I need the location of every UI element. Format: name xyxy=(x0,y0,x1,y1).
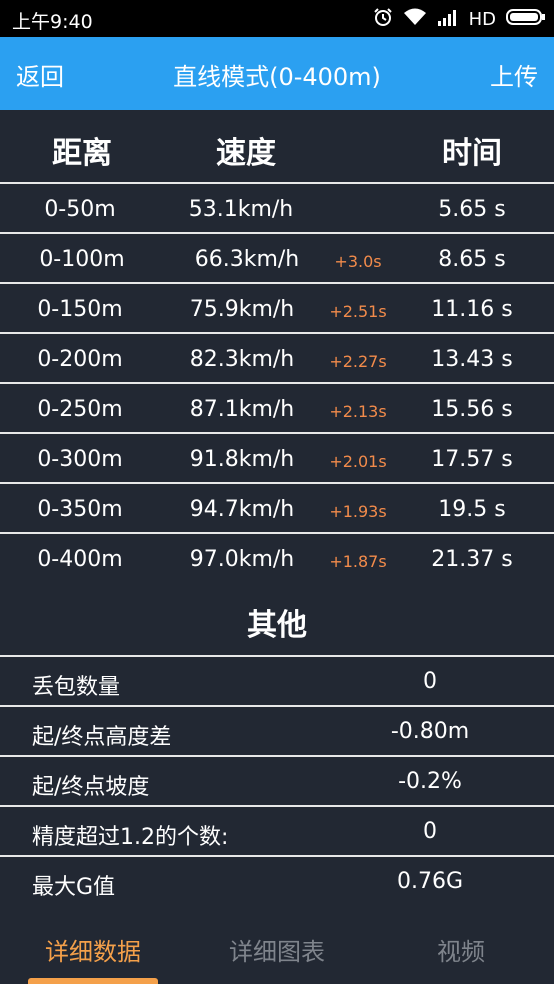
divider xyxy=(0,232,554,234)
row-time: 15.56 s xyxy=(431,397,513,422)
divider xyxy=(0,532,554,534)
row-speed: 94.7km/h xyxy=(189,497,295,522)
divider xyxy=(0,755,554,757)
other-value: 0.76G xyxy=(396,869,464,894)
other-label: 最大G值 xyxy=(32,875,116,900)
row-delta: +2.27s xyxy=(329,352,387,371)
other-label: 丢包数量 xyxy=(32,675,121,700)
row-speed: 91.8km/h xyxy=(189,447,295,472)
row-time: 5.65 s xyxy=(438,197,506,222)
row-speed: 66.3km/h xyxy=(194,247,300,272)
other-label: 起/终点坡度 xyxy=(32,775,150,800)
wifi-icon xyxy=(403,7,427,31)
row-delta: +3.0s xyxy=(334,252,382,271)
tab-detail-chart[interactable]: 详细图表 xyxy=(212,932,342,967)
row-distance: 0-200m xyxy=(37,347,123,372)
active-tab-indicator xyxy=(28,978,158,984)
row-time: 8.65 s xyxy=(438,247,506,272)
row-distance: 0-300m xyxy=(37,447,123,472)
upload-button[interactable]: 上传 xyxy=(490,57,538,92)
row-speed: 53.1km/h xyxy=(188,197,294,222)
divider xyxy=(0,482,554,484)
other-label: 起/终点高度差 xyxy=(32,725,172,750)
other-label: 精度超过1.2的个数: xyxy=(32,825,229,850)
row-time: 19.5 s xyxy=(438,497,506,522)
signal-icon xyxy=(437,7,459,31)
status-bar: 上午9:40 HD xyxy=(0,0,554,37)
divider xyxy=(0,332,554,334)
row-delta: +1.87s xyxy=(329,552,387,571)
network-type-label: HD xyxy=(468,8,496,30)
other-value: -0.2% xyxy=(398,769,462,794)
row-time: 21.37 s xyxy=(431,547,513,572)
alarm-icon xyxy=(373,7,393,31)
divider xyxy=(0,282,554,284)
divider xyxy=(0,432,554,434)
app-header: 返回 直线模式(0-400m) 上传 xyxy=(0,37,554,110)
status-time: 上午9:40 xyxy=(12,11,93,33)
row-speed: 75.9km/h xyxy=(189,297,295,322)
battery-icon xyxy=(506,7,546,31)
other-value: 0 xyxy=(423,819,437,844)
divider xyxy=(0,805,554,807)
other-value: -0.80m xyxy=(390,719,470,744)
row-delta: +2.13s xyxy=(329,402,387,421)
other-value: 0 xyxy=(423,669,437,694)
row-distance: 0-100m xyxy=(39,247,125,272)
divider xyxy=(0,705,554,707)
row-distance: 0-350m xyxy=(37,497,123,522)
column-header-speed: 速度 xyxy=(216,136,276,171)
divider xyxy=(0,855,554,857)
page-title: 直线模式(0-400m) xyxy=(173,63,381,91)
tab-detail-data[interactable]: 详细数据 xyxy=(28,932,158,967)
row-speed: 97.0km/h xyxy=(189,547,295,572)
row-delta: +2.01s xyxy=(329,452,387,471)
row-delta: +1.93s xyxy=(329,502,387,521)
row-speed: 87.1km/h xyxy=(189,397,295,422)
row-delta: +2.51s xyxy=(329,302,387,321)
row-distance: 0-50m xyxy=(44,197,116,222)
row-time: 17.57 s xyxy=(431,447,513,472)
row-time: 11.16 s xyxy=(431,297,513,322)
section-title-other: 其他 xyxy=(247,608,307,643)
tab-video[interactable]: 视频 xyxy=(396,932,526,967)
row-distance: 0-150m xyxy=(37,297,123,322)
divider xyxy=(0,182,554,184)
row-distance: 0-250m xyxy=(37,397,123,422)
divider xyxy=(0,655,554,657)
column-header-distance: 距离 xyxy=(52,136,112,171)
column-header-time: 时间 xyxy=(442,136,502,171)
divider xyxy=(0,382,554,384)
row-time: 13.43 s xyxy=(431,347,513,372)
status-icons: HD xyxy=(373,7,546,31)
row-distance: 0-400m xyxy=(37,547,123,572)
row-speed: 82.3km/h xyxy=(189,347,295,372)
